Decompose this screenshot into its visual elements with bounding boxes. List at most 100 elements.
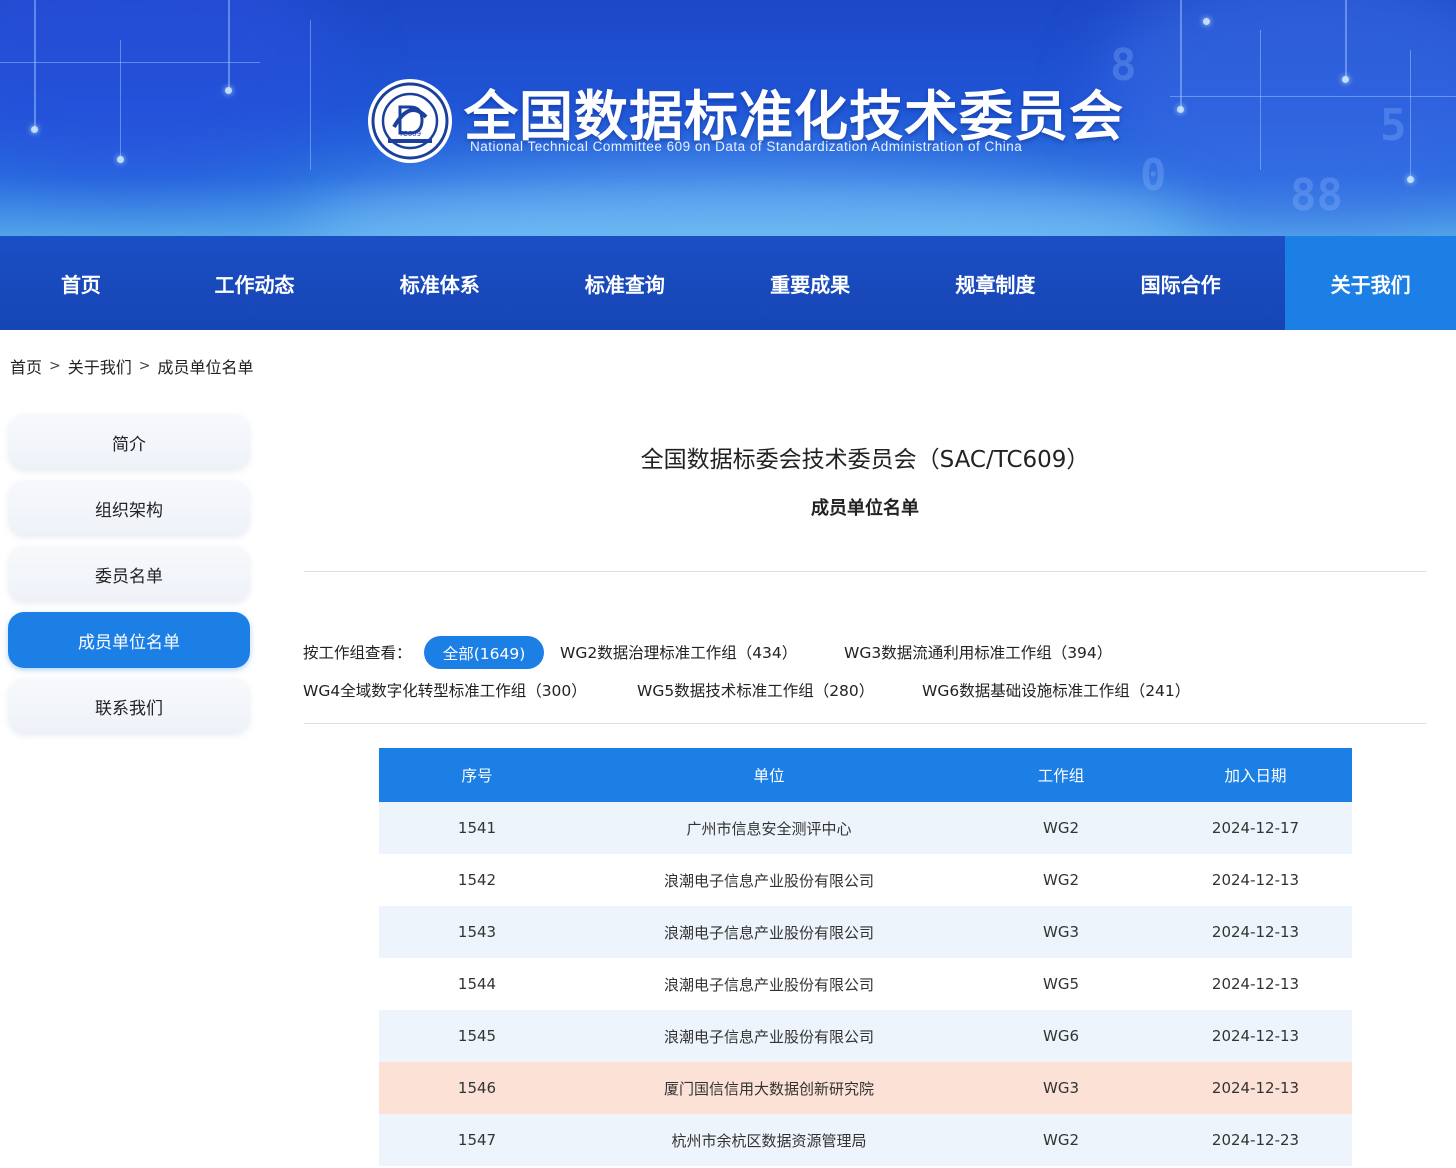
cell-date: 2024-12-13 [1211,871,1300,889]
nav-item-international[interactable]: 国际合作 [1088,236,1273,330]
cell-group: WG3 [1043,1079,1079,1097]
header-group: 工作组 [1037,767,1085,785]
banner-line [0,62,260,63]
breadcrumb-about[interactable]: 关于我们 [68,354,132,378]
banner-line [1260,30,1261,170]
nav-item-home[interactable]: 首页 [0,236,162,330]
cell-unit: 浪潮电子信息产业股份有限公司 [663,1027,874,1046]
cell-date: 2024-12-13 [1211,1079,1300,1097]
breadcrumb: 首页 > 关于我们 > 成员单位名单 [10,354,254,378]
banner-line [1410,50,1411,180]
sidebar-item-member-units[interactable]: 成员单位名单 [8,612,250,668]
cell-no: 1547 [457,1131,497,1149]
svg-text:TC609: TC609 [398,130,421,138]
cell-date: 2024-12-13 [1211,1027,1300,1045]
cell-unit: 广州市信息安全测评中心 [686,819,852,838]
main-nav: 首页 工作动态 标准体系 标准查询 重要成果 规章制度 国际合作 关于我们 [0,236,1456,330]
table-row: 1547 杭州市余杭区数据资源管理局 WG2 2024-12-23 [379,1114,1352,1166]
table-row: 1543 浪潮电子信息产业股份有限公司 WG3 2024-12-13 [379,906,1352,958]
banner-line [120,40,121,160]
nav-item-standards-system[interactable]: 标准体系 [347,236,532,330]
banner-dot [225,87,232,94]
banner-dot [31,126,38,133]
banner-digits: 5 [1380,100,1407,151]
sidebar: 简介 组织架构 委员名单 成员单位名单 联系我们 [8,414,250,744]
cell-no: 1546 [457,1079,497,1097]
site-subtitle: National Technical Committee 609 on Data… [470,139,1023,154]
table-row: 1542 浪潮电子信息产业股份有限公司 WG2 2024-12-13 [379,854,1352,906]
cell-unit: 浪潮电子信息产业股份有限公司 [663,975,874,994]
nav-item-achievements[interactable]: 重要成果 [718,236,903,330]
nav-item-work-news[interactable]: 工作动态 [162,236,347,330]
banner-glow [300,170,1200,236]
banner-dot [1342,76,1349,83]
filter-wg5[interactable]: WG5数据技术标准工作组（280） [637,679,874,701]
table-body: 1541 广州市信息安全测评中心 WG2 2024-12-17 1542 浪潮电… [379,802,1352,1166]
banner-line [310,20,311,170]
cell-no: 1542 [457,871,497,889]
filter-all-button[interactable]: 全部(1649) [424,636,544,669]
page-subtitle: 成员单位名单 [811,498,919,519]
breadcrumb-separator: > [49,358,61,374]
nav-item-about-us[interactable]: 关于我们 [1285,236,1456,330]
banner-dot [1203,18,1210,25]
header-banner: 8 88 5 0 TC609 全国数据标准化技术委员会 National Tec… [0,0,1456,236]
cell-unit: 杭州市余杭区数据资源管理局 [671,1131,867,1150]
breadcrumb-separator: > [138,358,151,374]
banner-digits: 88 [1290,170,1343,221]
banner-dot [117,156,124,163]
header-unit: 单位 [753,767,785,785]
banner-digits: 0 [1140,150,1167,201]
cell-no: 1545 [457,1027,497,1045]
cell-no: 1543 [457,923,497,941]
banner-line [1180,0,1182,110]
cell-date: 2024-12-13 [1211,923,1300,941]
banner-dot [1177,106,1184,113]
cell-date: 2024-12-17 [1211,819,1300,837]
sidebar-item-contact[interactable]: 联系我们 [8,678,250,734]
cell-no: 1544 [457,975,497,993]
filter-label: 按工作组查看： [303,644,412,662]
banner-glow [0,0,340,180]
banner-line [1170,96,1456,97]
cell-unit: 厦门国信信用大数据创新研究院 [663,1079,874,1098]
table-row: 1545 浪潮电子信息产业股份有限公司 WG6 2024-12-13 [379,1010,1352,1062]
cell-group: WG6 [1043,1027,1079,1045]
breadcrumb-current: 成员单位名单 [157,358,254,377]
filter-wg4[interactable]: WG4全域数字化转型标准工作组（300） [303,679,587,701]
banner-line [1345,0,1347,80]
sidebar-item-organization[interactable]: 组织架构 [8,480,250,536]
divider [304,723,1426,724]
sidebar-item-member-list[interactable]: 委员名单 [8,546,250,602]
cell-group: WG3 [1043,923,1079,941]
nav-item-standards-query[interactable]: 标准查询 [532,236,717,330]
banner-line [228,0,230,90]
nav-item-regulations[interactable]: 规章制度 [903,236,1088,330]
filter-wg3[interactable]: WG3数据流通利用标准工作组（394） [844,641,1112,663]
table-row-highlighted: 1546 厦门国信信用大数据创新研究院 WG3 2024-12-13 [379,1062,1352,1114]
divider [304,571,1426,572]
table-row: 1541 广州市信息安全测评中心 WG2 2024-12-17 [379,802,1352,854]
table-header: 序号 单位 工作组 加入日期 [379,748,1352,802]
banner-line [34,0,36,130]
cell-unit: 浪潮电子信息产业股份有限公司 [663,871,874,890]
filter-wg2[interactable]: WG2数据治理标准工作组（434） [560,641,797,663]
table-row: 1544 浪潮电子信息产业股份有限公司 WG5 2024-12-13 [379,958,1352,1010]
breadcrumb-home[interactable]: 首页 [10,354,42,378]
cell-date: 2024-12-13 [1211,975,1300,993]
banner-dot [1407,176,1414,183]
cell-group: WG2 [1043,871,1079,889]
filter-wg6[interactable]: WG6数据基础设施标准工作组（241） [922,679,1190,701]
cell-group: WG2 [1043,819,1079,837]
cell-no: 1541 [457,819,497,837]
cell-date: 2024-12-23 [1211,1131,1300,1149]
cell-group: WG2 [1043,1131,1079,1149]
member-units-table: 序号 单位 工作组 加入日期 1541 广州市信息安全测评中心 WG2 2024… [379,748,1352,1166]
sidebar-item-introduction[interactable]: 简介 [8,414,250,470]
cell-group: WG5 [1043,975,1079,993]
header-date: 加入日期 [1224,767,1287,785]
cell-unit: 浪潮电子信息产业股份有限公司 [663,923,874,942]
page-title: 全国数据标委会技术委员会（SAC/TC609） [640,447,1090,473]
header-no: 序号 [461,767,493,785]
committee-logo[interactable]: TC609 [366,77,454,165]
